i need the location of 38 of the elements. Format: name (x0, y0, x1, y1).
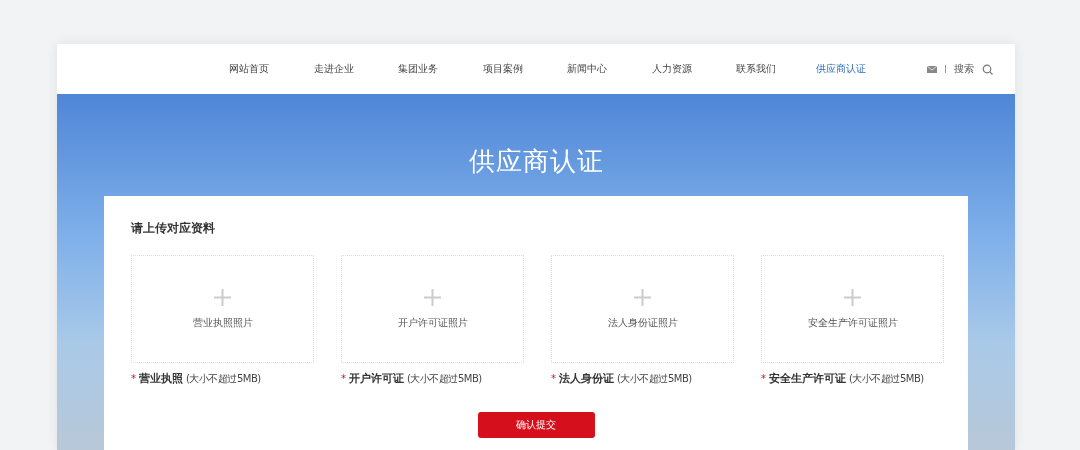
search-link[interactable]: 搜索 (954, 62, 974, 76)
page-title: 供应商认证 (468, 145, 604, 178)
plus-icon (214, 288, 231, 306)
nav-link[interactable]: 项目案例 (460, 62, 545, 76)
required-mark: * (341, 373, 346, 384)
upload-placeholder: 法人身份证照片 (607, 315, 678, 330)
nav-link[interactable]: 集团业务 (376, 62, 461, 76)
size-hint: (大小不超过5MB) (617, 372, 692, 386)
nav-link[interactable]: 走进企业 (291, 62, 376, 76)
field-label: 开户许可证 (349, 371, 404, 386)
size-hint: (大小不超过5MB) (407, 372, 482, 386)
nav-link[interactable]: 人力资源 (629, 62, 714, 76)
search-icon[interactable] (982, 63, 993, 75)
upload-area[interactable]: 安全生产许可证照片 (761, 255, 944, 363)
nav-link[interactable]: 联系我们 (714, 62, 799, 76)
required-mark: * (551, 373, 556, 384)
size-hint: (大小不超过5MB) (186, 372, 261, 386)
nav-link[interactable]: 新闻中心 (545, 62, 630, 76)
required-mark: * (131, 373, 136, 384)
upload-area[interactable]: 开户许可证照片 (341, 255, 524, 363)
field-label: 安全生产许可证 (769, 371, 846, 386)
mail-icon[interactable] (927, 65, 937, 73)
nav-link[interactable]: 网站首页 (207, 62, 292, 76)
field-label: 营业执照 (139, 371, 183, 386)
size-hint: (大小不超过5MB) (849, 372, 924, 386)
upload-placeholder: 营业执照照片 (192, 315, 253, 330)
section-heading: 请上传对应资料 (131, 220, 216, 237)
plus-icon (634, 288, 651, 306)
upload-area[interactable]: 法人身份证照片 (551, 255, 734, 363)
submit-button[interactable]: 确认提交 (477, 412, 595, 438)
upload-placeholder: 开户许可证照片 (397, 315, 468, 330)
upload-area[interactable]: 营业执照照片 (131, 255, 314, 363)
upload-placeholder: 安全生产许可证照片 (807, 315, 898, 330)
field-label: 法人身份证 (559, 371, 614, 386)
required-mark: * (761, 373, 766, 384)
plus-icon (424, 288, 441, 306)
plus-icon (844, 288, 861, 306)
nav-link[interactable]: 供应商认证 (798, 62, 883, 76)
